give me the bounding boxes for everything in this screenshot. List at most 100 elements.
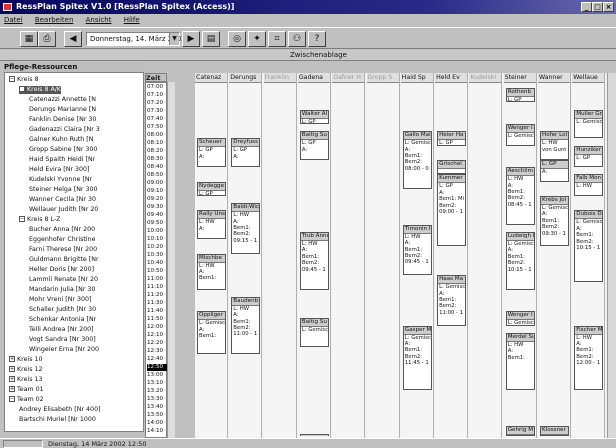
- appointment-block[interactable]: Walter Al L: GP: [299, 109, 329, 124]
- menu-bearbeiten[interactable]: Bearbeiten: [35, 16, 73, 24]
- print-preview-icon[interactable]: ▦: [20, 31, 38, 47]
- time-slot[interactable]: 08:40: [147, 164, 167, 171]
- appointment-block[interactable]: Kummer I L: GP A: Bem1: Mi Bem2: 09:00 - …: [437, 174, 467, 247]
- time-slot[interactable]: 11:20: [147, 292, 167, 299]
- tree-item[interactable]: Andrey Elisabeth [Nr 400]: [19, 406, 101, 414]
- time-slot[interactable]: 12:50: [147, 364, 167, 371]
- appointment-block[interactable]: Neuenso: [299, 433, 329, 436]
- tree-item[interactable]: Wellauer Judith [Nr 20: [29, 206, 98, 214]
- resource-column[interactable]: Held Ev Heier Ha L: GP Grischel Kummer I L: G…: [435, 73, 469, 438]
- tree-item[interactable]: Lammli Renate [Nr 20: [29, 276, 98, 284]
- time-slot[interactable]: 12:20: [147, 340, 167, 347]
- appointment-block[interactable]: Gasper M L: Gemisc A: Bem1: Bem2: 11:45 -…: [402, 325, 432, 391]
- time-slot[interactable]: 11:40: [147, 308, 167, 315]
- appointment-block[interactable]: Klossner: [540, 426, 569, 436]
- time-slot[interactable]: 07:10: [147, 92, 167, 99]
- tree-item[interactable]: − Kreis 8 L-Z: [19, 216, 60, 224]
- appointment-block[interactable]: Falb Mon L: HW: [574, 174, 604, 196]
- column-header[interactable]: Steiner: [503, 73, 536, 83]
- tree-item[interactable]: Kudelski Yvonne [Nr: [29, 176, 92, 184]
- search-icon[interactable]: ✦: [248, 31, 266, 47]
- time-scrollbar[interactable]: [167, 82, 175, 438]
- print-icon[interactable]: ⎙: [38, 31, 56, 47]
- time-slot[interactable]: 11:00: [147, 276, 167, 283]
- expand-icon[interactable]: +: [9, 356, 15, 362]
- appointment-block[interactable]: Gehrig M: [505, 426, 535, 436]
- time-slot[interactable]: 11:50: [147, 316, 167, 323]
- tree-item[interactable]: Wingeier Erna [Nr 200: [29, 346, 99, 354]
- time-slot[interactable]: 13:30: [147, 396, 167, 403]
- column-header[interactable]: Wellaue: [572, 73, 605, 83]
- collapse-icon[interactable]: −: [19, 216, 25, 222]
- column-header[interactable]: Franklin: [263, 73, 296, 83]
- time-slot[interactable]: 12:30: [147, 348, 167, 355]
- time-slot[interactable]: 07:30: [147, 108, 167, 115]
- time-slot[interactable]: 09:50: [147, 220, 167, 227]
- tree-item[interactable]: Fanklin Denise [Nr 30: [29, 116, 96, 124]
- appointment-block[interactable]: Aeschlim L: HW A: Bem1: Bem2: 08:45 - 1: [505, 167, 535, 225]
- tree-item[interactable]: Mandarin Julia [Nr 30: [29, 286, 95, 294]
- tree-item[interactable]: Wanner Cecila [Nr 30: [29, 196, 96, 204]
- appointment-block[interactable]: Merdel Su L: HW A: Bem1:: [505, 332, 535, 391]
- column-header[interactable]: Kudelski: [469, 73, 502, 83]
- column-header[interactable]: Gadena: [297, 73, 330, 83]
- time-slot[interactable]: 10:30: [147, 252, 167, 259]
- expand-icon[interactable]: +: [9, 376, 15, 382]
- appointment-block[interactable]: Scheuer L: GP A:: [197, 138, 226, 168]
- tree-item[interactable]: Galner Kuhn Ruth [N: [29, 136, 93, 144]
- time-slot[interactable]: 08:20: [147, 148, 167, 155]
- time-slot[interactable]: 07:00: [147, 84, 167, 91]
- column-header[interactable]: Derungs: [229, 73, 262, 83]
- menu-hilfe[interactable]: Hilfe: [124, 16, 140, 24]
- tree-item[interactable]: Guldmann Brigitte [Nr: [29, 256, 99, 264]
- appointment-block[interactable]: Timonin I L: HW A: Bem1: Bem2: 09:45 - 1: [402, 224, 432, 276]
- tree-item[interactable]: + Kreis 13: [9, 376, 43, 384]
- help-icon[interactable]: ?: [308, 31, 326, 47]
- column-header[interactable]: Haid Sp: [400, 73, 433, 83]
- time-slot[interactable]: 11:30: [147, 300, 167, 307]
- clipboard-bar[interactable]: Zwischenablage: [0, 50, 616, 61]
- maximize-button[interactable]: □: [592, 2, 603, 12]
- time-slot[interactable]: 13:20: [147, 388, 167, 395]
- collapse-icon[interactable]: −: [19, 86, 25, 92]
- appointment-block[interactable]: Muller Gr L: Gemisc: [574, 109, 604, 139]
- appointment-block[interactable]: Baldi-Wic L: HW A: Bem1: Bem2: 09:15 - 1: [231, 203, 261, 254]
- tree-item[interactable]: Bucher Anna [Nr 200: [29, 226, 95, 234]
- time-slot[interactable]: 14:10: [147, 428, 167, 435]
- time-slot[interactable]: 10:50: [147, 268, 167, 275]
- time-slot[interactable]: 12:00: [147, 324, 167, 331]
- prev-day-icon[interactable]: ◀: [64, 31, 82, 47]
- tree-item[interactable]: Gropp Sabine [Nr 300: [29, 146, 97, 154]
- tree-item[interactable]: − Kreis 8 A/K: [19, 86, 62, 94]
- tree-item[interactable]: − Kreis 8: [9, 76, 39, 84]
- tree-item[interactable]: − Team 02: [9, 396, 44, 404]
- time-slot[interactable]: 10:40: [147, 260, 167, 267]
- next-day-icon[interactable]: ▶: [182, 31, 200, 47]
- collapse-icon[interactable]: −: [9, 396, 15, 402]
- appointment-block[interactable]: Dubois D L: Gemisc A: Bem1: Bem2: 10:15 -…: [574, 210, 604, 283]
- appointment-block[interactable]: Trub Anne L: HW A: Bem1: Bem2: 09:45 - 1: [299, 232, 329, 290]
- resource-column[interactable]: Gropp S: [366, 73, 400, 438]
- tree-item[interactable]: Farni Therese [Nr 200: [29, 246, 97, 254]
- chevron-down-icon[interactable]: ▼: [169, 33, 179, 45]
- tree-item[interactable]: Mohr Vreni [Nr 300]: [29, 296, 91, 304]
- close-button[interactable]: ×: [603, 2, 614, 12]
- tree-item[interactable]: Bartschi Muriel [Nr 1000: [19, 416, 96, 424]
- tree-item[interactable]: Schaller Judith [Nr 30: [29, 306, 96, 314]
- time-slot[interactable]: 07:20: [147, 100, 167, 107]
- minimize-button[interactable]: _: [581, 2, 592, 12]
- tree-item[interactable]: Catenazzi Annette [N: [29, 96, 96, 104]
- time-slot[interactable]: 13:50: [147, 412, 167, 419]
- tree-item[interactable]: Telli Andrea [Nr 200]: [29, 326, 94, 334]
- time-slot[interactable]: 13:40: [147, 404, 167, 411]
- appointment-block[interactable]: Hunziker L: GP: [574, 145, 604, 168]
- appointment-block[interactable]: Mischbe L: HW A: Bem1:: [197, 253, 226, 290]
- time-slot[interactable]: 09:00: [147, 180, 167, 187]
- appointment-block[interactable]: Rally Uns L: HW A:: [197, 210, 226, 240]
- time-column[interactable]: 07:00 07:10 07:20 07:30 07:40 07:50 08:00 08:10…: [145, 82, 167, 438]
- tree-item[interactable]: Haid Spaith Heidi [Nr: [29, 156, 95, 164]
- appointment-block[interactable]: Baltig Su L: GP A:: [299, 131, 329, 160]
- appointment-block[interactable]: L: GP A:: [540, 160, 569, 182]
- tree-item[interactable]: + Kreis 12: [9, 366, 43, 374]
- resource-column[interactable]: Derungs Dreyfuss L: GP A: Baldi-Wic L: HW A:…: [229, 73, 263, 438]
